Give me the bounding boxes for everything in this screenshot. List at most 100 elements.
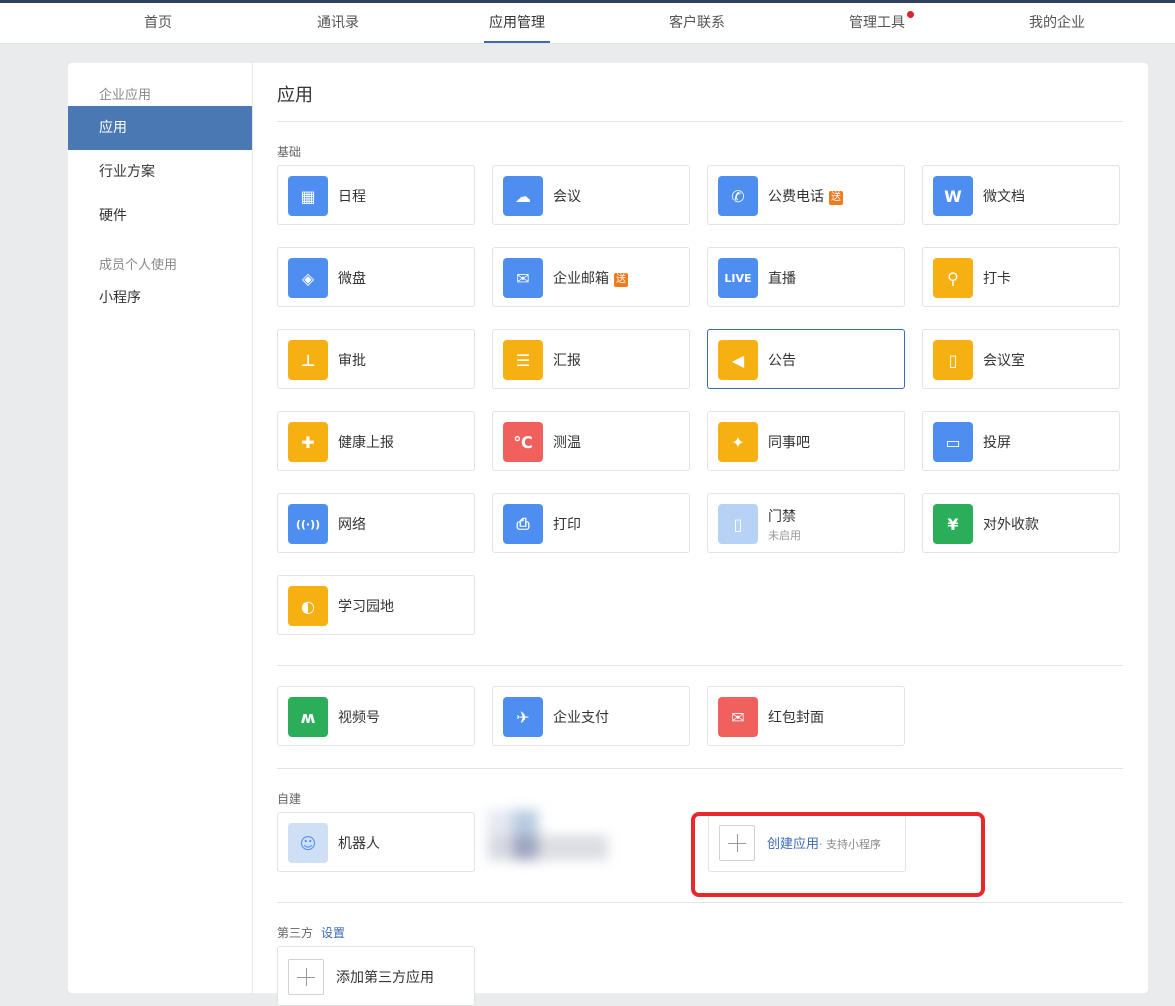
printer-icon: ⎙ bbox=[503, 504, 543, 544]
main-panel: 企业应用 应用 行业方案 硬件 成员个人使用 小程序 应用 基础 自建 创建应用… bbox=[68, 63, 1148, 1006]
app-card[interactable]: ⎙ 打印 bbox=[492, 493, 690, 553]
app-name-text: 公费电话 bbox=[768, 189, 824, 205]
report-icon: ☰ bbox=[503, 340, 543, 380]
app-name: 红包封面 bbox=[768, 707, 824, 727]
app-card[interactable]: ▭ 投屏 bbox=[922, 411, 1120, 471]
sidebar: 企业应用 应用 行业方案 硬件 成员个人使用 小程序 bbox=[68, 63, 253, 993]
add-third-party-app-button[interactable]: 添加第三方应用 bbox=[277, 946, 475, 1006]
app-card[interactable]: ▯ 会议室 bbox=[922, 329, 1120, 389]
mail-icon: ✉ bbox=[503, 258, 543, 298]
divider bbox=[277, 121, 1123, 122]
app-name: 学习园地 bbox=[338, 596, 394, 616]
top-nav: 首页 通讯录 应用管理 客户联系 管理工具 我的企业 bbox=[0, 3, 1175, 44]
divider bbox=[277, 768, 1123, 769]
app-name: 门禁 bbox=[768, 506, 796, 526]
app-name: 审批 bbox=[338, 350, 366, 370]
app-card[interactable]: ☁ 会议 bbox=[492, 165, 690, 225]
app-name: 微盘 bbox=[338, 268, 366, 288]
app-name-text: 企业邮箱 bbox=[553, 271, 609, 287]
nav-management-tools[interactable]: 管理工具 bbox=[817, 3, 937, 43]
app-card[interactable]: ☺ 机器人 bbox=[277, 812, 475, 872]
sidebar-item-miniprogram[interactable]: 小程序 bbox=[68, 276, 252, 320]
app-card[interactable]: ✚ 健康上报 bbox=[277, 411, 475, 471]
planet-icon: ◐ bbox=[288, 586, 328, 626]
gift-badge: 送 bbox=[829, 191, 843, 205]
app-name-text: 企业支付 bbox=[553, 710, 609, 726]
megaphone-icon: ◀ bbox=[718, 340, 758, 380]
app-card[interactable]: ✦ 同事吧 bbox=[707, 411, 905, 471]
divider bbox=[277, 665, 1123, 666]
section-basic-label: 基础 bbox=[277, 145, 302, 159]
app-name-text: 网络 bbox=[338, 517, 366, 533]
page-title: 应用 bbox=[277, 85, 313, 106]
app-card[interactable]: ▯ 门禁未启用 bbox=[707, 493, 905, 553]
app-name: 汇报 bbox=[553, 350, 581, 370]
app-name-text: 健康上报 bbox=[338, 435, 394, 451]
app-name: 同事吧 bbox=[768, 432, 810, 452]
gate-icon: ▯ bbox=[718, 504, 758, 544]
app-card[interactable]: LIVE 直播 bbox=[707, 247, 905, 307]
app-card[interactable]: ⚲ 打卡 bbox=[922, 247, 1120, 307]
app-name-text: 视频号 bbox=[338, 710, 380, 726]
app-name: 测温 bbox=[553, 432, 581, 452]
app-name: 健康上报 bbox=[338, 432, 394, 452]
app-name: 日程 bbox=[338, 186, 366, 206]
app-name-text: 会议室 bbox=[983, 353, 1025, 369]
app-name-text: 审批 bbox=[338, 353, 366, 369]
app-card[interactable]: ✉ 红包封面 bbox=[707, 686, 905, 746]
app-card[interactable]: ✈ 企业支付 bbox=[492, 686, 690, 746]
app-card[interactable]: ✆ 公费电话送 bbox=[707, 165, 905, 225]
app-card[interactable]: ʍ 视频号 bbox=[277, 686, 475, 746]
robot-icon: ☺ bbox=[288, 823, 328, 863]
phone-icon: ✆ bbox=[718, 176, 758, 216]
sidebar-item-hardware[interactable]: 硬件 bbox=[68, 194, 252, 238]
app-name: 企业支付 bbox=[553, 707, 609, 727]
sidebar-item-industry[interactable]: 行业方案 bbox=[68, 150, 252, 194]
app-name: 公告 bbox=[768, 350, 796, 370]
nav-contacts[interactable]: 通讯录 bbox=[278, 3, 398, 43]
health-icon: ✚ bbox=[288, 422, 328, 462]
app-card[interactable]: ◀ 公告 bbox=[707, 329, 905, 389]
app-card[interactable]: ✉ 企业邮箱送 bbox=[492, 247, 690, 307]
nav-home[interactable]: 首页 bbox=[98, 3, 218, 43]
app-card[interactable]: ¥ 对外收款 bbox=[922, 493, 1120, 553]
app-name: 对外收款 bbox=[983, 514, 1039, 534]
section-third-title: 第三方 bbox=[277, 926, 314, 940]
app-card[interactable]: ◈ 微盘 bbox=[277, 247, 475, 307]
app-card[interactable]: W 微文档 bbox=[922, 165, 1120, 225]
app-card[interactable]: ☰ 汇报 bbox=[492, 329, 690, 389]
router-icon: ((·)) bbox=[288, 504, 328, 544]
app-name: 公费电话送 bbox=[768, 186, 843, 206]
app-name-text: 测温 bbox=[553, 435, 581, 451]
nav-my-enterprise[interactable]: 我的企业 bbox=[997, 3, 1117, 43]
plus-icon bbox=[288, 959, 324, 995]
app-card[interactable]: ℃ 测温 bbox=[492, 411, 690, 471]
payment-icon: ✈ bbox=[503, 697, 543, 737]
third-party-settings-link[interactable]: 设置 bbox=[321, 926, 345, 940]
app-card[interactable]: ◐ 学习园地 bbox=[277, 575, 475, 635]
app-name-text: 微文档 bbox=[983, 189, 1025, 205]
app-name: 微文档 bbox=[983, 186, 1025, 206]
app-name: 会议 bbox=[553, 186, 581, 206]
app-name-text: 门禁 bbox=[768, 509, 796, 525]
app-name-text: 红包封面 bbox=[768, 710, 824, 726]
app-name-text: 投屏 bbox=[983, 435, 1011, 451]
cloud-icon: ☁ bbox=[503, 176, 543, 216]
app-name-text: 直播 bbox=[768, 271, 796, 287]
app-name-text: 打印 bbox=[553, 517, 581, 533]
app-name-text: 机器人 bbox=[338, 836, 380, 852]
app-card[interactable]: ⊥ 审批 bbox=[277, 329, 475, 389]
app-name-text: 对外收款 bbox=[983, 517, 1039, 533]
nav-app-management[interactable]: 应用管理 bbox=[457, 3, 577, 43]
sidebar-item-apps[interactable]: 应用 bbox=[68, 106, 252, 150]
app-name: 机器人 bbox=[338, 833, 380, 853]
app-card[interactable]: ((·)) 网络 bbox=[277, 493, 475, 553]
app-name-text: 同事吧 bbox=[768, 435, 810, 451]
app-name: 打卡 bbox=[983, 268, 1011, 288]
app-name-text: 打卡 bbox=[983, 271, 1011, 287]
notification-dot bbox=[907, 11, 914, 18]
cast-icon: ▭ bbox=[933, 422, 973, 462]
nav-customer-contact[interactable]: 客户联系 bbox=[637, 3, 757, 43]
app-card[interactable]: ▦ 日程 bbox=[277, 165, 475, 225]
app-status: 未启用 bbox=[768, 529, 801, 542]
